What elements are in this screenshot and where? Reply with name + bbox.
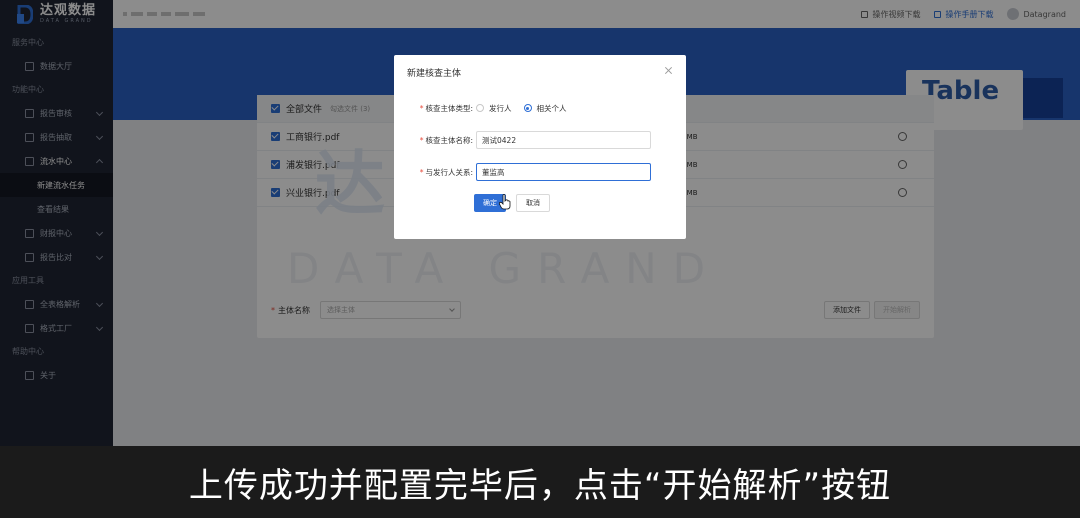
- subtitle-text: 上传成功并配置完毕后，点击“开始解析”按钮: [188, 465, 892, 506]
- cancel-button[interactable]: 取消: [516, 194, 550, 212]
- subject-name-input[interactable]: 测试0422: [476, 131, 651, 149]
- relation-input[interactable]: 董监高: [476, 163, 651, 181]
- relation-row: * 与发行人关系: 董监高: [412, 163, 651, 181]
- hand-cursor-icon: [499, 194, 511, 210]
- subject-name-label: * 核查主体名称:: [419, 135, 473, 145]
- radio-selected-icon: [523, 104, 532, 112]
- close-icon[interactable]: [664, 66, 673, 75]
- subject-type-label: * 核查主体类型:: [419, 103, 473, 113]
- new-subject-dialog: 新建核查主体 * 核查主体类型: 发行人 相关个人 * 核查主体名称: 测试0422…: [394, 55, 686, 239]
- dialog-title: 新建核查主体: [407, 69, 462, 79]
- subject-name-row: * 核查主体名称: 测试0422: [412, 131, 651, 149]
- radio-related-person[interactable]: 相关个人: [523, 103, 567, 114]
- relation-label: * 与发行人关系:: [419, 167, 473, 177]
- radio-icon: [476, 104, 484, 112]
- subtitle-bar: 上传成功并配置完毕后，点击“开始解析”按钮: [0, 446, 1080, 518]
- subject-type-row: * 核查主体类型: 发行人 相关个人: [412, 99, 579, 117]
- radio-issuer[interactable]: 发行人: [476, 103, 512, 114]
- app-root: 达观数据 DATA GRAND 服务中心 数据大厅 功能中心 报告审核 报告抽取: [0, 0, 1080, 518]
